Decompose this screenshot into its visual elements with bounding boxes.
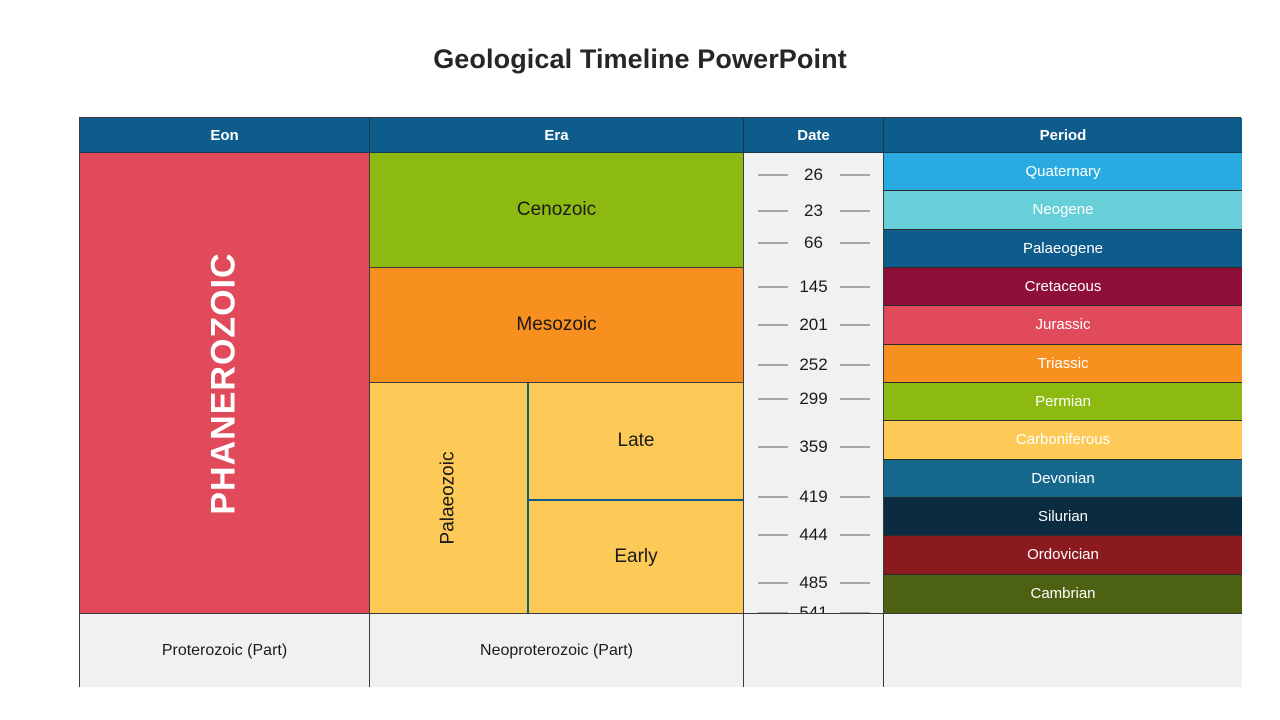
footer-cell-date <box>744 613 884 687</box>
period-label-silurian: Silurian <box>1037 508 1089 526</box>
date-value: 485 <box>799 573 828 592</box>
tick-mark-left-icon <box>757 364 788 366</box>
footer-cell-period <box>884 613 1242 687</box>
tick-mark-left-icon <box>757 324 788 326</box>
period-band-ordovician: Ordovician <box>884 536 1242 575</box>
tick-mark-left-icon <box>757 446 788 448</box>
column-header-period: Period <box>884 118 1242 153</box>
palaeozoic-sub-early: Early <box>529 501 743 613</box>
period-band-silurian: Silurian <box>884 498 1242 537</box>
era-label-mesozoic: Mesozoic <box>516 314 597 335</box>
tick-mark-right-icon <box>839 364 870 366</box>
era-cell-mesozoic: Mesozoic <box>370 268 743 383</box>
period-band-cretaceous: Cretaceous <box>884 268 1242 307</box>
date-tick-252: 252 <box>744 355 883 375</box>
date-tick-444: 444 <box>744 525 883 545</box>
date-value: 26 <box>804 165 823 184</box>
column-header-date: Date <box>744 118 884 153</box>
date-value: 359 <box>799 437 828 456</box>
period-band-triassic: Triassic <box>884 344 1242 383</box>
footer-cell-era: Neoproterozoic (Part) <box>370 613 744 687</box>
period-label-quaternary: Quaternary <box>1025 163 1101 181</box>
date-column: 262366145201252299359419444485541 <box>744 153 884 622</box>
column-header-era: Era <box>370 118 744 153</box>
date-value: 201 <box>799 315 828 334</box>
date-value: 444 <box>799 525 828 544</box>
period-label-jurassic: Jurassic <box>1035 316 1091 334</box>
tick-mark-right-icon <box>839 242 870 244</box>
period-label-cambrian: Cambrian <box>1030 585 1096 603</box>
date-tick-23: 23 <box>744 201 883 221</box>
date-tick-201: 201 <box>744 315 883 335</box>
palaeozoic-sub-label-early: Early <box>614 546 658 567</box>
palaeozoic-sub-label-late: Late <box>617 430 655 451</box>
date-value: 299 <box>799 389 828 408</box>
tick-mark-right-icon <box>839 582 870 584</box>
period-column: Quaternary Neogene Palaeogene Cretaceous Jur… <box>884 153 1242 613</box>
period-band-quaternary: Quaternary <box>884 153 1242 192</box>
column-header-eon: Eon <box>80 118 370 153</box>
tick-mark-right-icon <box>839 534 870 536</box>
tick-mark-left-icon <box>757 210 788 212</box>
period-label-triassic: Triassic <box>1037 354 1089 372</box>
period-band-cambrian: Cambrian <box>884 574 1242 613</box>
era-cell-cenozoic: Cenozoic <box>370 153 743 268</box>
palaeozoic-sub-late: Late <box>529 383 743 501</box>
tick-mark-left-icon <box>757 398 788 400</box>
date-value: 419 <box>799 487 828 506</box>
eon-cell-phanerozoic: PHANEROZOIC <box>80 153 370 613</box>
tick-mark-right-icon <box>839 324 870 326</box>
period-band-carboniferous: Carboniferous <box>884 421 1242 460</box>
period-label-neogene: Neogene <box>1032 201 1094 219</box>
period-band-neogene: Neogene <box>884 191 1242 230</box>
date-value: 23 <box>804 201 823 220</box>
eon-label: PHANEROZOIC <box>204 251 243 515</box>
date-tick-145: 145 <box>744 277 883 297</box>
tick-mark-right-icon <box>839 210 870 212</box>
tick-mark-right-icon <box>839 398 870 400</box>
tick-mark-right-icon <box>839 446 870 448</box>
tick-mark-left-icon <box>757 242 788 244</box>
date-tick-26: 26 <box>744 165 883 185</box>
period-label-permian: Permian <box>1035 393 1091 411</box>
tick-mark-left-icon <box>757 534 788 536</box>
period-label-palaeogene: Palaeogene <box>1022 239 1104 257</box>
period-band-permian: Permian <box>884 383 1242 422</box>
footer-cell-eon: Proterozoic (Part) <box>80 613 370 687</box>
date-value: 145 <box>799 277 828 296</box>
period-band-devonian: Devonian <box>884 459 1242 498</box>
era-cell-palaeozoic: Palaeozoic Late Early <box>370 383 743 613</box>
date-tick-66: 66 <box>744 233 883 253</box>
date-value: 252 <box>799 355 828 374</box>
tick-mark-left-icon <box>757 582 788 584</box>
era-label-palaeozoic: Palaeozoic <box>437 451 459 545</box>
period-label-carboniferous: Carboniferous <box>1015 431 1111 449</box>
tick-mark-right-icon <box>839 496 870 498</box>
period-label-cretaceous: Cretaceous <box>1024 278 1102 296</box>
tick-mark-left-icon <box>757 174 788 176</box>
page-title: Geological Timeline PowerPoint <box>433 44 847 74</box>
era-column: Cenozoic Mesozoic Palaeozoic Late Early <box>370 153 744 613</box>
period-band-jurassic: Jurassic <box>884 306 1242 345</box>
period-label-devonian: Devonian <box>1031 469 1095 487</box>
date-tick-419: 419 <box>744 487 883 507</box>
tick-mark-right-icon <box>839 286 870 288</box>
date-tick-359: 359 <box>744 437 883 457</box>
tick-mark-left-icon <box>757 286 788 288</box>
era-label-cenozoic: Cenozoic <box>516 199 597 220</box>
geological-timeline-table: Eon Era Date Period PHANEROZOIC Cenozoic… <box>79 117 1242 687</box>
date-tick-485: 485 <box>744 573 883 593</box>
period-label-ordovician: Ordovician <box>1027 546 1099 564</box>
date-value: 66 <box>804 233 823 252</box>
tick-mark-left-icon <box>757 496 788 498</box>
palaeozoic-subdivision-group: Late Early <box>529 383 743 613</box>
period-band-palaeogene: Palaeogene <box>884 229 1242 268</box>
date-tick-299: 299 <box>744 389 883 409</box>
era-label-palaeozoic-wrapper: Palaeozoic <box>370 383 529 613</box>
tick-mark-right-icon <box>839 174 870 176</box>
